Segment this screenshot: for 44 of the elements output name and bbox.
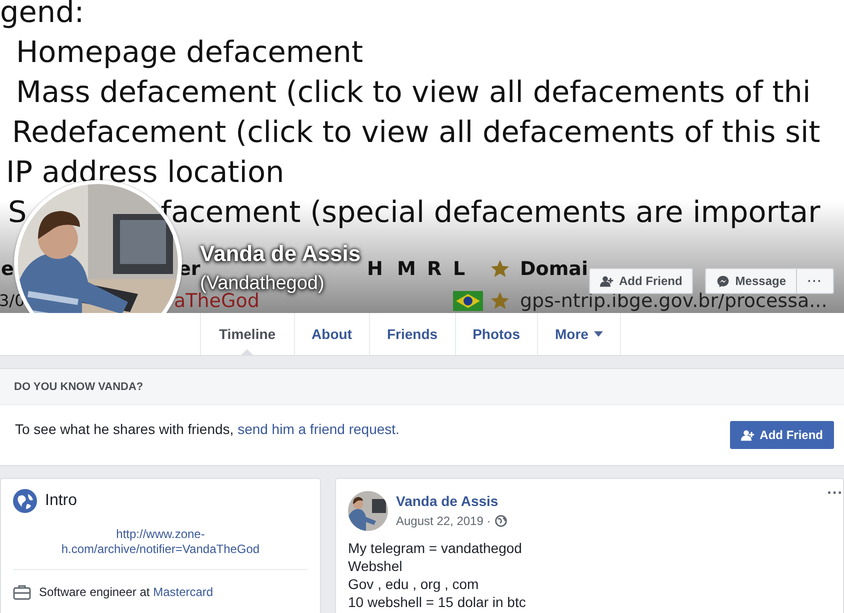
employer-link[interactable]: Mastercard [153, 585, 214, 599]
friend-request-link[interactable]: send him a friend request. [238, 421, 400, 437]
message-button[interactable]: Message [705, 268, 797, 294]
legend-text: IP address location [5, 154, 286, 191]
legend-text: Homepage defacement [15, 34, 364, 71]
profile-tab[interactable]: More [537, 313, 622, 355]
section-title: DO YOU KNOW VANDA? [0, 369, 844, 405]
add-person-icon [600, 274, 614, 288]
star-icon [490, 291, 510, 311]
table-header: e [1, 259, 14, 279]
post-author[interactable]: Vanda de Assis [396, 493, 507, 509]
post-text: 10 webshell = 15 dolar in btc [348, 593, 527, 611]
table-header: L [453, 259, 466, 279]
table-header: Domai [520, 259, 588, 279]
legend-text: S [8, 194, 27, 231]
legend-text: Redefacement (click to view all defacements of this sit [11, 114, 822, 151]
profile-alias: (Vandathegod) [200, 273, 326, 294]
messenger-icon [716, 274, 730, 288]
post-text: Gov , edu , org , com [348, 575, 480, 593]
add-friend-button[interactable]: Add Friend [588, 268, 694, 294]
globe-icon [13, 489, 37, 513]
table-header: H [367, 259, 383, 279]
add-friend-button[interactable]: Add Friend [730, 421, 834, 449]
table-cell: gps-ntrip.ibge.gov.br/processa... [520, 291, 828, 311]
table-header: R [427, 259, 442, 279]
post-menu-button[interactable]: ··· [827, 485, 843, 503]
post-date: August 22, 2019 · [396, 514, 491, 528]
add-person-icon [740, 428, 755, 442]
flag-icon [453, 291, 483, 311]
more-button[interactable]: ··· [796, 268, 834, 294]
table-header: M [397, 259, 416, 279]
legend-text: facement (special defacements are importar [160, 194, 820, 231]
website-link[interactable]: http://www.zone-h.com/archive/notifier=VandaTheGod [50, 527, 270, 557]
table-cell: aTheGod [174, 291, 260, 311]
post-text: My telegram = vandathegod [348, 539, 523, 557]
post-text: Webshel [348, 557, 404, 575]
legend-text: Mass defacement (click to view all defacements of thi [15, 74, 812, 111]
work-info: Software engineer at Mastercard [39, 585, 214, 599]
profile-name: Vanda de Assis [200, 241, 361, 266]
star-icon [490, 259, 510, 279]
friend-request-prompt: To see what he shares with friends, send him a friend request. [15, 421, 400, 437]
globe-icon [494, 515, 507, 527]
card-title: Intro [45, 492, 78, 510]
briefcase-icon [13, 584, 31, 600]
